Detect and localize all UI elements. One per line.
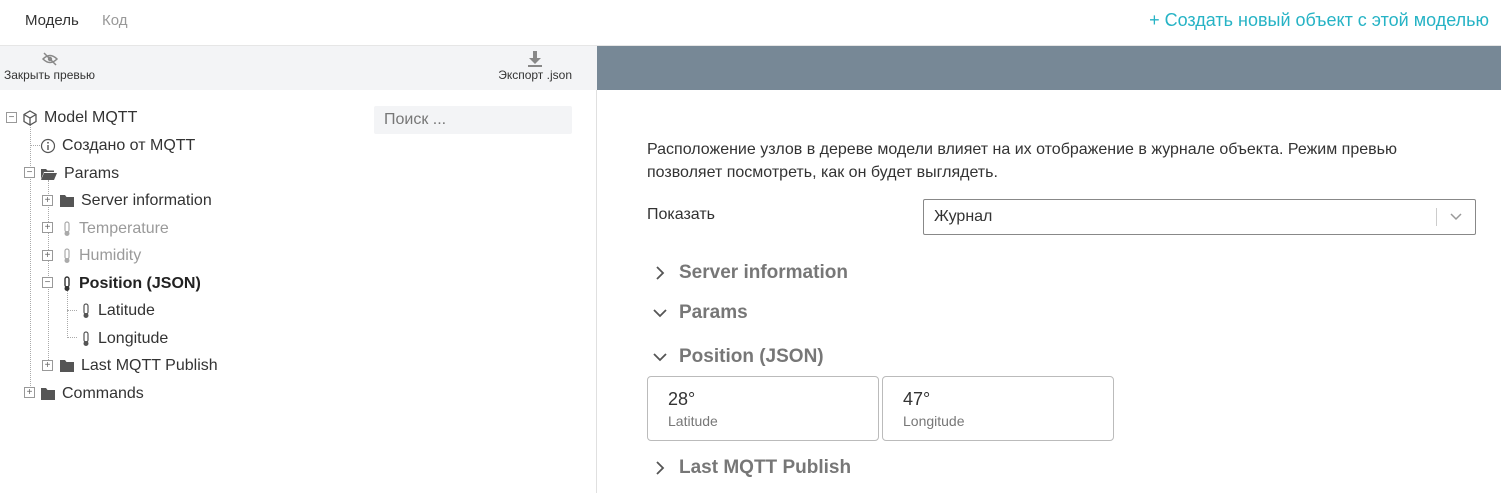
tree-line bbox=[30, 145, 40, 146]
section-title: Position (JSON) bbox=[679, 346, 824, 367]
tree-toolbar: Закрыть превью Экспорт .json bbox=[0, 46, 597, 90]
eye-off-icon bbox=[41, 52, 58, 66]
section-title: Last MQTT Publish bbox=[679, 457, 852, 478]
show-label: Показать bbox=[647, 206, 716, 223]
tree-line bbox=[48, 180, 49, 364]
model-tree-panel: Закрыть превью Экспорт .json Поиск ... − bbox=[0, 46, 597, 493]
thermometer-icon bbox=[64, 276, 70, 291]
collapse-toggle[interactable]: − bbox=[6, 112, 17, 123]
tree-node-label: Last MQTT Publish bbox=[81, 357, 218, 374]
card-value: 47° bbox=[903, 389, 931, 409]
tree-node-position[interactable]: Position (JSON) bbox=[61, 272, 201, 296]
tree-node-humidity[interactable]: Humidity bbox=[61, 244, 141, 268]
tree-node-params[interactable]: Params bbox=[40, 162, 119, 186]
card-label: Longitude bbox=[903, 413, 965, 429]
preview-description: Расположение узлов в дереве модели влияе… bbox=[647, 141, 1397, 181]
preview-header-band bbox=[597, 46, 1501, 90]
section-server-info[interactable]: Server information bbox=[653, 262, 848, 284]
create-object-link[interactable]: + Создать новый объект с этой моделью bbox=[1149, 10, 1489, 31]
expand-toggle[interactable]: + bbox=[42, 222, 53, 233]
folder-icon bbox=[41, 388, 55, 400]
folder-icon bbox=[60, 360, 74, 372]
select-separator bbox=[1436, 208, 1437, 226]
tree-line bbox=[30, 124, 31, 392]
tab-code[interactable]: Код bbox=[102, 12, 128, 29]
tree-node-last-publish[interactable]: Last MQTT Publish bbox=[59, 354, 218, 378]
preview-panel: Расположение узлов в дереве модели влияе… bbox=[597, 90, 1501, 493]
tree-node-label: Longitude bbox=[98, 330, 169, 347]
tree-node-label: Создано от MQTT bbox=[62, 137, 196, 154]
tree-node-root[interactable]: Model MQTT bbox=[22, 106, 137, 130]
thermometer-icon bbox=[83, 331, 89, 346]
section-title: Server information bbox=[679, 262, 848, 283]
tree-node-label: Position (JSON) bbox=[79, 275, 201, 292]
show-select-value: Журнал bbox=[934, 208, 993, 225]
card-value: 28° bbox=[668, 389, 696, 409]
tree-node-label: Temperature bbox=[79, 220, 169, 237]
expand-toggle[interactable]: + bbox=[42, 250, 53, 261]
tree-node-label: Humidity bbox=[79, 247, 142, 264]
thermometer-icon bbox=[83, 303, 89, 318]
info-icon bbox=[40, 138, 56, 154]
chevron-down-icon bbox=[1450, 213, 1462, 221]
tree-node-server-info[interactable]: Server information bbox=[59, 189, 212, 213]
chevron-down-icon bbox=[653, 353, 667, 362]
search-input[interactable]: Поиск ... bbox=[374, 106, 572, 134]
tab-model[interactable]: Модель bbox=[25, 12, 79, 29]
collapse-toggle[interactable]: − bbox=[42, 277, 53, 288]
tree-line bbox=[67, 310, 77, 311]
tree-node-latitude[interactable]: Latitude bbox=[80, 299, 155, 323]
tree-node-longitude[interactable]: Longitude bbox=[80, 327, 168, 351]
tree-node-label: Params bbox=[64, 165, 120, 182]
value-card-longitude: 47° Longitude bbox=[882, 376, 1114, 441]
download-icon bbox=[528, 51, 543, 67]
export-json-button[interactable]: Экспорт .json bbox=[498, 50, 572, 82]
section-params[interactable]: Params bbox=[653, 302, 748, 324]
tree-line bbox=[67, 337, 77, 338]
tree-node-created[interactable]: Создано от MQTT bbox=[40, 134, 195, 158]
close-preview-label: Закрыть превью bbox=[4, 68, 96, 82]
tree-line bbox=[67, 290, 68, 338]
collapse-toggle[interactable]: − bbox=[24, 167, 35, 178]
export-label: Экспорт .json bbox=[498, 68, 572, 82]
card-label: Latitude bbox=[668, 413, 718, 429]
show-select[interactable]: Журнал bbox=[923, 199, 1476, 235]
chevron-right-icon bbox=[656, 461, 665, 475]
folder-icon bbox=[60, 195, 74, 207]
tree-node-label: Model MQTT bbox=[44, 109, 138, 126]
top-bar: Модель Код + Создать новый объект с этой… bbox=[0, 0, 1501, 46]
tree-node-commands[interactable]: Commands bbox=[40, 382, 144, 406]
value-card-latitude: 28° Latitude bbox=[647, 376, 879, 441]
expand-toggle[interactable]: + bbox=[42, 195, 53, 206]
section-position[interactable]: Position (JSON) bbox=[653, 346, 824, 368]
thermometer-icon bbox=[64, 221, 70, 236]
expand-toggle[interactable]: + bbox=[42, 360, 53, 371]
chevron-right-icon bbox=[656, 266, 665, 280]
thermometer-icon bbox=[64, 248, 70, 263]
cube-icon bbox=[23, 110, 37, 126]
folder-open-icon bbox=[41, 169, 57, 180]
tree-node-label: Server information bbox=[81, 192, 212, 209]
tree-node-label: Commands bbox=[62, 385, 144, 402]
section-title: Params bbox=[679, 302, 748, 323]
expand-toggle[interactable]: + bbox=[24, 387, 35, 398]
section-last-publish[interactable]: Last MQTT Publish bbox=[653, 457, 851, 479]
close-preview-button[interactable]: Закрыть превью bbox=[4, 50, 95, 82]
tree-node-temperature[interactable]: Temperature bbox=[61, 217, 169, 241]
tree-node-label: Latitude bbox=[98, 302, 155, 319]
chevron-down-icon bbox=[653, 309, 667, 318]
